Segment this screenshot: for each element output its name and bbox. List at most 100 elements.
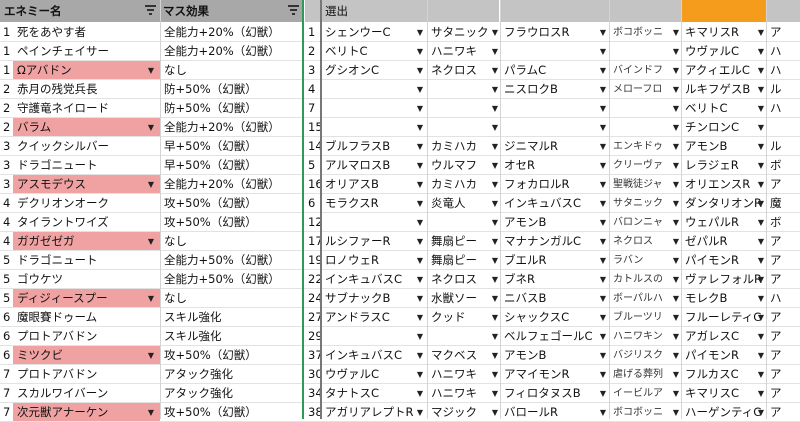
dropdown-arrow-icon[interactable]: ▼ <box>415 99 425 118</box>
dropdown-arrow-icon[interactable]: ▼ <box>598 175 608 194</box>
enemy-name-cell[interactable]: 魔眼賽ドゥーム <box>13 308 160 327</box>
dropdown-arrow-icon[interactable]: ▼ <box>490 99 500 118</box>
enemy-name-cell[interactable]: ペインチェイサー <box>13 42 160 61</box>
select-cell[interactable]: ア <box>767 327 800 346</box>
dropdown-arrow-icon[interactable]: ▼ <box>671 80 681 99</box>
select-cell[interactable]: モラクスR <box>322 194 426 213</box>
effect-cell[interactable]: アタック強化 <box>161 384 302 403</box>
dropdown-arrow-icon[interactable]: ▼ <box>490 118 500 137</box>
dropdown-arrow-icon[interactable]: ▼ <box>490 251 500 270</box>
select-cell[interactable]: 魔 <box>767 194 800 213</box>
dropdown-arrow-icon[interactable]: ▼ <box>671 213 681 232</box>
column-header-enemy[interactable]: エネミー名 <box>0 0 160 22</box>
select-cell[interactable] <box>322 118 426 137</box>
select-cell[interactable]: ブエルR <box>501 251 609 270</box>
enemy-name-cell[interactable]: スカルワイバーン <box>13 384 160 403</box>
select-cell[interactable]: ロノウェR <box>322 251 426 270</box>
dropdown-arrow-icon[interactable]: ▼ <box>146 403 156 422</box>
dropdown-arrow-icon[interactable]: ▼ <box>671 346 681 365</box>
dropdown-arrow-icon[interactable]: ▼ <box>598 251 608 270</box>
dropdown-arrow-icon[interactable]: ▼ <box>146 289 156 308</box>
dropdown-arrow-icon[interactable]: ▼ <box>598 61 608 80</box>
dropdown-arrow-icon[interactable]: ▼ <box>415 23 425 42</box>
select-cell[interactable]: ニスロクB <box>501 80 609 99</box>
dropdown-arrow-icon[interactable]: ▼ <box>598 42 608 61</box>
dropdown-arrow-icon[interactable]: ▼ <box>490 137 500 156</box>
select-cell[interactable]: チンロンC <box>682 118 766 137</box>
enemy-name-cell[interactable]: デクリオンオーク <box>13 194 160 213</box>
dropdown-arrow-icon[interactable]: ▼ <box>415 137 425 156</box>
enemy-name-cell[interactable]: プロトアバドン <box>13 365 160 384</box>
select-cell[interactable]: ニバスB <box>501 289 609 308</box>
select-cell[interactable]: アモンB <box>501 213 609 232</box>
select-cell[interactable]: タナトスC <box>322 384 426 403</box>
dropdown-arrow-icon[interactable]: ▼ <box>756 346 766 365</box>
select-cell[interactable]: シェンウーC <box>322 23 426 42</box>
dropdown-arrow-icon[interactable]: ▼ <box>671 194 681 213</box>
filter-icon[interactable] <box>288 5 299 16</box>
select-cell[interactable]: レラジェR <box>682 156 766 175</box>
select-cell[interactable]: オセR <box>501 156 609 175</box>
dropdown-arrow-icon[interactable]: ▼ <box>490 175 500 194</box>
select-cell[interactable]: オリアスB <box>322 175 426 194</box>
dropdown-arrow-icon[interactable]: ▼ <box>146 61 156 80</box>
select-cell[interactable]: ア <box>767 384 800 403</box>
dropdown-arrow-icon[interactable]: ▼ <box>490 42 500 61</box>
select-cell[interactable]: ア <box>767 23 800 42</box>
select-cell[interactable]: アマイモンR <box>501 365 609 384</box>
dropdown-arrow-icon[interactable]: ▼ <box>671 23 681 42</box>
enemy-name-cell[interactable]: Ωアバドン <box>13 61 160 80</box>
dropdown-arrow-icon[interactable]: ▼ <box>415 270 425 289</box>
enemy-name-cell[interactable]: 死をあやす者 <box>13 23 160 42</box>
dropdown-arrow-icon[interactable]: ▼ <box>415 232 425 251</box>
dropdown-arrow-icon[interactable]: ▼ <box>671 232 681 251</box>
effect-cell[interactable]: 攻+50%（幻獣） <box>161 346 302 365</box>
select-cell[interactable]: ハ <box>767 99 800 118</box>
select-cell[interactable]: アクィエルC <box>682 61 766 80</box>
dropdown-arrow-icon[interactable]: ▼ <box>598 137 608 156</box>
select-cell[interactable]: ハ <box>767 61 800 80</box>
select-cell[interactable]: ル <box>767 80 800 99</box>
effect-cell[interactable]: 全能力+50%（幻獣） <box>161 251 302 270</box>
select-cell[interactable] <box>322 80 426 99</box>
select-cell[interactable]: アガレスC <box>682 327 766 346</box>
dropdown-arrow-icon[interactable]: ▼ <box>756 80 766 99</box>
select-cell[interactable]: ア <box>767 308 800 327</box>
dropdown-arrow-icon[interactable]: ▼ <box>671 403 681 422</box>
column-header-blank[interactable] <box>609 0 681 22</box>
dropdown-arrow-icon[interactable]: ▼ <box>490 213 500 232</box>
select-cell[interactable]: ゼパルR <box>682 232 766 251</box>
select-cell[interactable]: グシオンC <box>322 61 426 80</box>
frozen-divider[interactable] <box>320 0 322 419</box>
dropdown-arrow-icon[interactable]: ▼ <box>415 194 425 213</box>
select-cell[interactable]: ブネR <box>501 270 609 289</box>
select-cell[interactable]: オリエンスR <box>682 175 766 194</box>
dropdown-arrow-icon[interactable]: ▼ <box>756 270 766 289</box>
select-cell[interactable]: インキュバスC <box>322 270 426 289</box>
column-header-effect[interactable]: マス効果 <box>160 0 303 22</box>
select-cell[interactable]: パラムC <box>501 61 609 80</box>
select-cell[interactable]: モレクB <box>682 289 766 308</box>
effect-cell[interactable]: 全能力+20%（幻獣） <box>161 175 302 194</box>
select-cell[interactable]: インキュバスC <box>322 346 426 365</box>
enemy-name-cell[interactable]: クイックシルバー <box>13 137 160 156</box>
select-cell[interactable]: キマリスR <box>682 23 766 42</box>
effect-cell[interactable]: なし <box>161 289 302 308</box>
dropdown-arrow-icon[interactable]: ▼ <box>756 175 766 194</box>
effect-cell[interactable]: なし <box>161 232 302 251</box>
dropdown-arrow-icon[interactable]: ▼ <box>415 61 425 80</box>
select-cell[interactable]: フルーレティC <box>682 308 766 327</box>
dropdown-arrow-icon[interactable]: ▼ <box>490 156 500 175</box>
select-cell[interactable]: ベリトC <box>682 99 766 118</box>
select-cell[interactable]: フィロタヌスB <box>501 384 609 403</box>
dropdown-arrow-icon[interactable]: ▼ <box>146 232 156 251</box>
select-cell[interactable]: ア <box>767 270 800 289</box>
filter-icon[interactable] <box>145 5 156 16</box>
dropdown-arrow-icon[interactable]: ▼ <box>415 80 425 99</box>
dropdown-arrow-icon[interactable]: ▼ <box>490 327 500 346</box>
dropdown-arrow-icon[interactable]: ▼ <box>490 80 500 99</box>
select-cell[interactable]: ルキフゲスB <box>682 80 766 99</box>
dropdown-arrow-icon[interactable]: ▼ <box>671 137 681 156</box>
select-cell[interactable]: ア <box>767 232 800 251</box>
select-cell[interactable] <box>501 118 609 137</box>
